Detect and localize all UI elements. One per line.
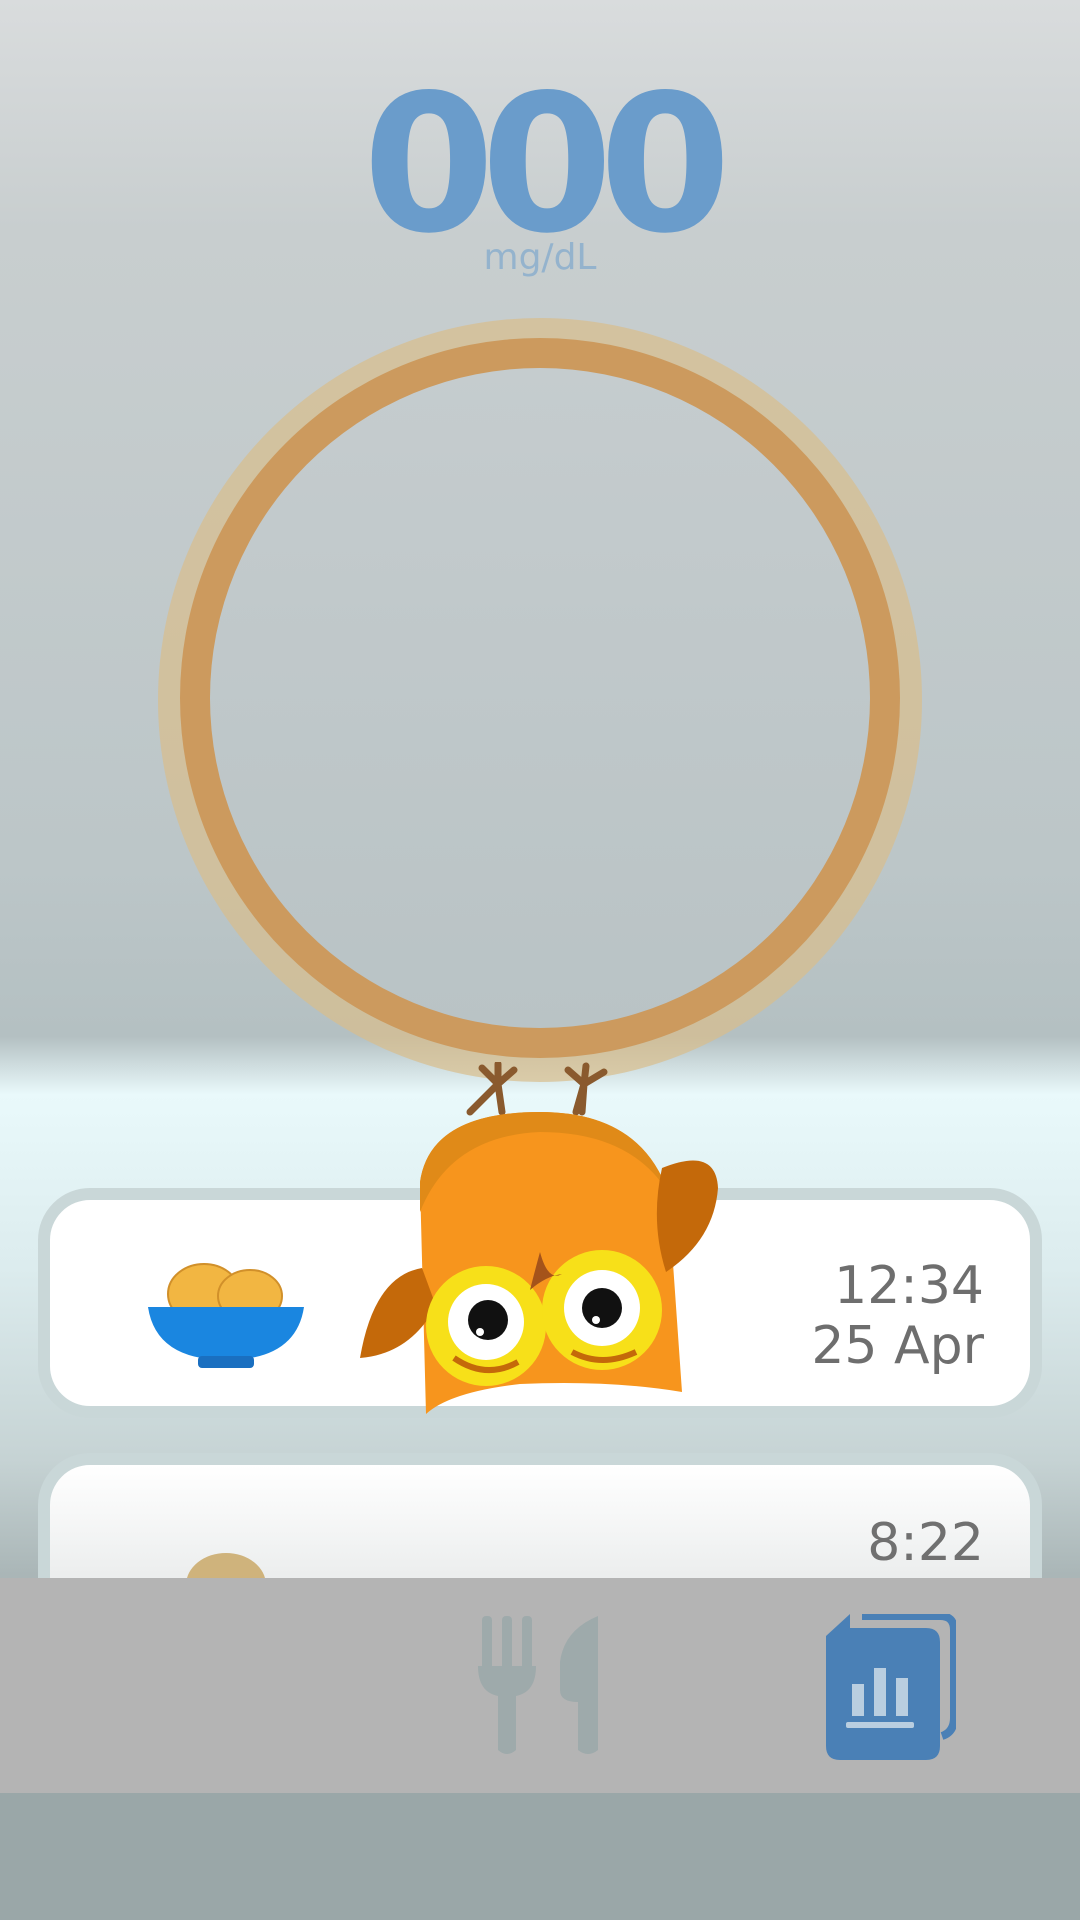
fork-knife-icon[interactable] — [478, 1616, 604, 1756]
entry-timestamp: 12:34 25 Apr — [811, 1256, 984, 1376]
entry-time: 12:34 — [834, 1256, 984, 1316]
entry-time: 8:22 — [867, 1513, 984, 1573]
bottom-nav-bar — [0, 1578, 1080, 1793]
entry-timestamp: 8:22 — [867, 1513, 984, 1573]
bottom-spacer — [0, 1793, 1080, 1920]
owl-mascot[interactable] — [350, 1062, 730, 1422]
stats-book-icon[interactable] — [826, 1614, 956, 1762]
glucose-reading: 000 — [362, 54, 732, 275]
food-bowl-icon — [148, 1263, 304, 1368]
reading-ring-center[interactable] — [210, 368, 870, 1028]
entry-date: 25 Apr — [811, 1316, 984, 1376]
glucose-unit: mg/dL — [483, 237, 597, 278]
